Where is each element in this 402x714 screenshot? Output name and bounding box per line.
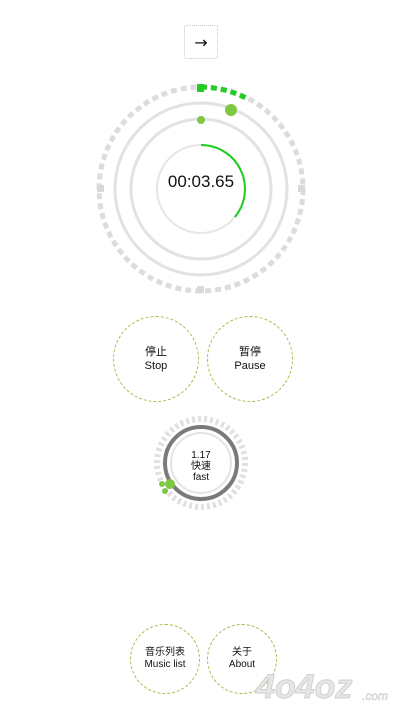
- middle-ring-dot: [225, 104, 237, 116]
- bottom-marker: [197, 286, 204, 293]
- right-marker: [298, 185, 305, 192]
- speed-label-en: fast: [192, 472, 210, 483]
- speed-value: 1.17: [191, 450, 211, 461]
- speed-indicator-dot-tiny: [162, 488, 168, 494]
- left-marker: [97, 185, 104, 192]
- right-arrow-icon: →: [194, 32, 208, 52]
- pause-button[interactable]: 暂停 Pause: [207, 316, 293, 402]
- speed-label-zh: 快速: [191, 461, 211, 472]
- stop-label-en: Stop: [144, 360, 168, 372]
- speed-indicator-dot-small: [159, 481, 165, 487]
- site-watermark-logo: 4o4oz .com: [255, 668, 389, 707]
- next-arrow-button[interactable]: →: [184, 25, 218, 59]
- music-list-button[interactable]: 音乐列表 Music list: [130, 624, 200, 694]
- top-dashed-arc: [200, 84, 250, 102]
- stop-button[interactable]: 停止 Stop: [113, 316, 199, 402]
- speed-readout: 1.17 快速 fast: [171, 450, 231, 483]
- elapsed-time: 00:03.65: [167, 172, 235, 191]
- watermark-suffix: .com: [362, 689, 388, 703]
- pause-label-en: Pause: [234, 360, 266, 372]
- top-marker: [197, 84, 204, 92]
- music-label-zh: 音乐列表: [145, 647, 185, 658]
- inner-ring-dot: [197, 116, 205, 124]
- about-label-zh: 关于: [232, 647, 252, 658]
- watermark-text: 4o4oz: [255, 668, 352, 706]
- stop-label-zh: 停止: [145, 345, 167, 358]
- pause-label-zh: 暂停: [239, 345, 261, 358]
- music-label-en: Music list: [144, 659, 186, 670]
